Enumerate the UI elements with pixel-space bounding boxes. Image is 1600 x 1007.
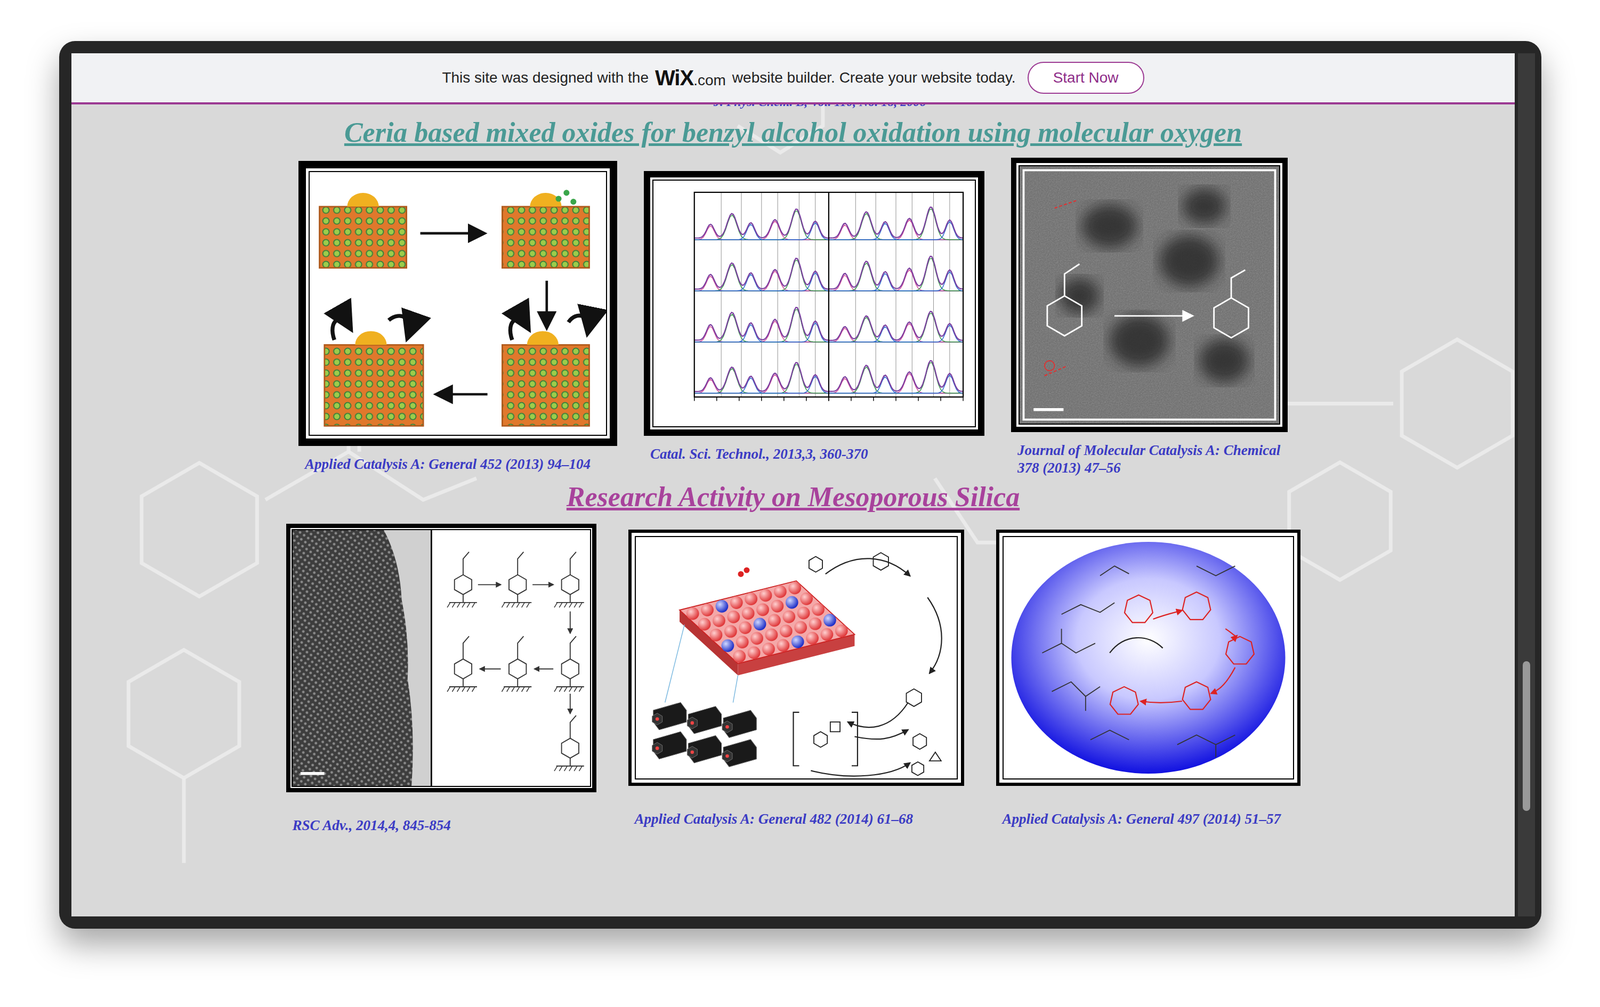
start-now-button[interactable]: Start Now <box>1027 61 1145 94</box>
section-title: Ceria based mixed oxides for benzyl alco… <box>71 116 1515 150</box>
wix-logo-mark[interactable]: WiX <box>655 66 694 90</box>
figure-caption[interactable]: Journal of Molecular Catalysis A: Chemic… <box>1011 441 1288 477</box>
sphere-figure-icon <box>1003 537 1294 779</box>
figure-image <box>286 523 597 793</box>
figure: Applied Catalysis A: General 497 (2014) … <box>996 529 1301 829</box>
figure: RSC Adv., 2014,4, 845-854 <box>286 523 597 835</box>
wix-logo[interactable]: WiX.com <box>655 61 726 94</box>
tem-scheme-figure-icon <box>292 530 591 787</box>
scrollbar[interactable] <box>1517 53 1535 917</box>
device-frame: This site was designed with theWiX.comwe… <box>59 41 1542 929</box>
screen: This site was designed with theWiX.comwe… <box>71 53 1515 917</box>
figure: Applied Catalysis A: General 452 (2013) … <box>298 160 618 474</box>
figure-image <box>1011 157 1288 433</box>
cycle-figure-icon <box>635 537 957 779</box>
mechanism-figure-icon <box>309 172 606 435</box>
page: This site was designed with theWiX.comwe… <box>0 0 1600 929</box>
figure-row: Applied Catalysis A: General 452 (2013) … <box>71 157 1515 477</box>
figure-row: RSC Adv., 2014,4, 845-854 Applied Catalys… <box>71 523 1515 835</box>
scrollbar-thumb[interactable] <box>1522 661 1531 812</box>
figure: Journal of Molecular Catalysis A: Chemic… <box>1011 157 1288 477</box>
figure-caption[interactable]: Applied Catalysis A: General 497 (2014) … <box>996 810 1301 829</box>
xps-figure-icon <box>653 180 975 427</box>
figure: Applied Catalysis A: General 482 (2014) … <box>628 529 965 829</box>
section: Research Activity on Mesoporous Silica RS… <box>71 480 1515 835</box>
figure-caption[interactable]: Catal. Sci. Technol., 2013,3, 360-370 <box>643 445 985 464</box>
banner-text: website builder. Create your website tod… <box>732 66 1016 90</box>
figure-image <box>643 171 985 436</box>
wix-logo-suffix[interactable]: .com <box>693 71 726 89</box>
section-title: Research Activity on Mesoporous Silica <box>71 480 1515 514</box>
figure-caption[interactable]: Applied Catalysis A: General 482 (2014) … <box>628 810 965 829</box>
tem-figure-icon <box>1019 166 1280 424</box>
figure-image <box>298 160 618 447</box>
figure: Catal. Sci. Technol., 2013,3, 360-370 <box>643 171 985 464</box>
figure-caption[interactable]: RSC Adv., 2014,4, 845-854 <box>286 817 597 835</box>
cut-caption[interactable]: J. Phys. Chem. B, Vol. 110, No. 18, 2006 <box>71 104 1515 110</box>
banner-text: This site was designed with the <box>441 66 649 90</box>
page-content: J. Phys. Chem. B, Vol. 110, No. 18, 2006… <box>71 104 1515 917</box>
section: Ceria based mixed oxides for benzyl alco… <box>71 116 1515 477</box>
figure-image <box>628 529 965 787</box>
content: J. Phys. Chem. B, Vol. 110, No. 18, 2006… <box>71 104 1515 835</box>
wix-banner: This site was designed with theWiX.comwe… <box>71 53 1515 105</box>
figure-caption[interactable]: Applied Catalysis A: General 452 (2013) … <box>298 455 618 474</box>
figure-image <box>996 529 1301 787</box>
